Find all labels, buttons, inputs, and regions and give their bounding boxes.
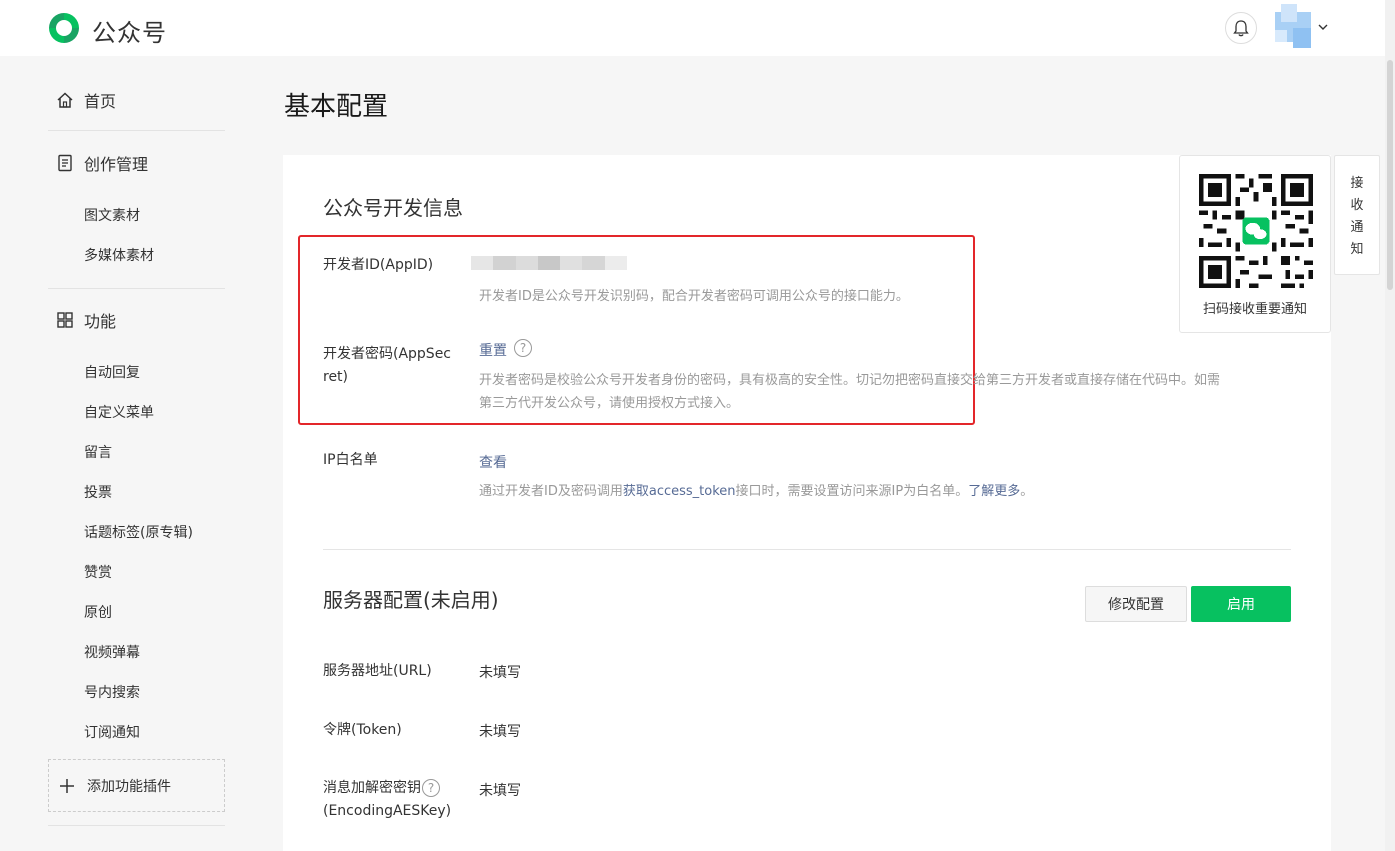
- sidebar-item-label: 功能: [84, 312, 117, 331]
- token-value: 未填写: [479, 724, 521, 740]
- bell-icon: [1233, 20, 1249, 37]
- app-title[interactable]: 公众号: [92, 13, 167, 48]
- token-label: 令牌(Token): [323, 722, 402, 738]
- qr-caption: 扫码接收重要通知: [1202, 302, 1307, 317]
- receive-notice-label: 接收通知: [1350, 176, 1364, 257]
- enable-button[interactable]: 启用: [1191, 586, 1291, 622]
- ip-whitelist-label: IP白名单: [323, 452, 378, 468]
- sidebar-item-auto-reply[interactable]: 自动回复: [84, 362, 140, 382]
- sidebar-item-creation[interactable]: 创作管理: [48, 151, 148, 175]
- server-config-title: 服务器配置(未启用): [323, 588, 499, 612]
- sidebar-item-reward[interactable]: 赞赏: [84, 562, 112, 582]
- secret-label: 开发者密码(AppSec ret): [323, 343, 451, 389]
- sidebar: 首页 创作管理 图文素材 多媒体素材 功能 自动回复 自定义菜单 留言 投票 话…: [48, 56, 225, 851]
- appid-value-redacted: [471, 256, 627, 270]
- secret-label-line2: ret): [323, 369, 349, 385]
- wechat-mp-logo-icon[interactable]: [46, 10, 82, 46]
- sidebar-item-home[interactable]: 首页: [48, 88, 116, 112]
- ip-whitelist-description: 通过开发者ID及密码调用获取access_token接口时，需要设置访问来源IP…: [479, 480, 1033, 503]
- appid-description: 开发者ID是公众号开发识别码，配合开发者密码可调用公众号的接口能力。: [479, 289, 909, 304]
- document-icon: [58, 154, 72, 172]
- sidebar-item-video-danmaku[interactable]: 视频弹幕: [84, 642, 140, 662]
- server-url-label: 服务器地址(URL): [323, 663, 432, 679]
- sidebar-item-label: 创作管理: [84, 155, 149, 174]
- sidebar-item-vote[interactable]: 投票: [84, 482, 112, 502]
- avatar[interactable]: [1275, 4, 1311, 48]
- reset-secret-link[interactable]: 重置: [479, 340, 507, 360]
- sidebar-item-original[interactable]: 原创: [84, 602, 112, 622]
- dev-info-title: 公众号开发信息: [323, 196, 463, 220]
- add-plugin-button[interactable]: 添加功能插件: [48, 759, 225, 812]
- modify-config-button[interactable]: 修改配置: [1085, 586, 1187, 622]
- add-plugin-label: 添加功能插件: [87, 778, 171, 795]
- sidebar-item-in-account-search[interactable]: 号内搜索: [84, 682, 140, 702]
- page-title: 基本配置: [284, 92, 389, 122]
- sidebar-item-custom-menu[interactable]: 自定义菜单: [84, 402, 154, 422]
- secret-description-line2: 第三方代开发公众号，请使用授权方式接入。: [479, 396, 740, 411]
- secret-description: 开发者密码是校验公众号开发者身份的密码，具有极高的安全性。切记勿把密码直接交给第…: [479, 369, 1289, 415]
- top-bar: 公众号: [0, 0, 1395, 56]
- plus-icon: [60, 778, 74, 793]
- grid-icon: [57, 312, 73, 328]
- qr-panel: 扫码接收重要通知: [1179, 155, 1331, 333]
- section-divider: [323, 549, 1291, 550]
- sidebar-divider: [48, 288, 225, 289]
- sidebar-item-label: 首页: [84, 92, 117, 111]
- sidebar-item-multimedia-material[interactable]: 多媒体素材: [84, 245, 154, 265]
- receive-notice-tab[interactable]: 接收通知: [1334, 155, 1380, 275]
- secret-description-line1: 开发者密码是校验公众号开发者身份的密码，具有极高的安全性。切记勿把密码直接交给第…: [479, 373, 1221, 388]
- home-icon: [57, 92, 73, 108]
- sidebar-item-comments[interactable]: 留言: [84, 442, 112, 462]
- aes-key-label-line1: 消息加解密密钥: [323, 780, 421, 796]
- ip-desc-text: 通过开发者ID及密码调用: [479, 484, 623, 499]
- sidebar-divider: [48, 825, 225, 826]
- sidebar-divider: [48, 130, 225, 131]
- help-icon[interactable]: ?: [422, 779, 440, 797]
- ip-desc-text: 。: [1020, 484, 1034, 499]
- scrollbar-thumb[interactable]: [1387, 60, 1393, 290]
- aes-key-value: 未填写: [479, 783, 521, 799]
- server-url-value: 未填写: [479, 665, 521, 681]
- secret-label-line1: 开发者密码(AppSec: [323, 346, 452, 362]
- view-ip-whitelist-link[interactable]: 查看: [479, 452, 507, 472]
- learn-more-link[interactable]: 了解更多: [968, 484, 1020, 499]
- access-token-link[interactable]: 获取access_token: [623, 484, 736, 499]
- sidebar-item-image-text-material[interactable]: 图文素材: [84, 205, 140, 225]
- qr-code-icon: [1199, 174, 1313, 288]
- aes-key-label-line2: (EncodingAESKey): [323, 803, 452, 819]
- sidebar-item-subscription-notice[interactable]: 订阅通知: [84, 722, 140, 742]
- help-icon[interactable]: ?: [514, 339, 532, 357]
- appid-label: 开发者ID(AppID): [323, 257, 434, 273]
- ip-desc-text: 接口时，需要设置访问来源IP为白名单。: [735, 484, 969, 499]
- chevron-down-icon[interactable]: [1318, 22, 1328, 32]
- sidebar-item-topic-tags[interactable]: 话题标签(原专辑): [84, 522, 193, 542]
- notification-bell-button[interactable]: [1225, 12, 1257, 44]
- aes-key-label: 消息加解密密钥? (EncodingAESKey): [323, 777, 451, 823]
- sidebar-item-features[interactable]: 功能: [48, 308, 116, 332]
